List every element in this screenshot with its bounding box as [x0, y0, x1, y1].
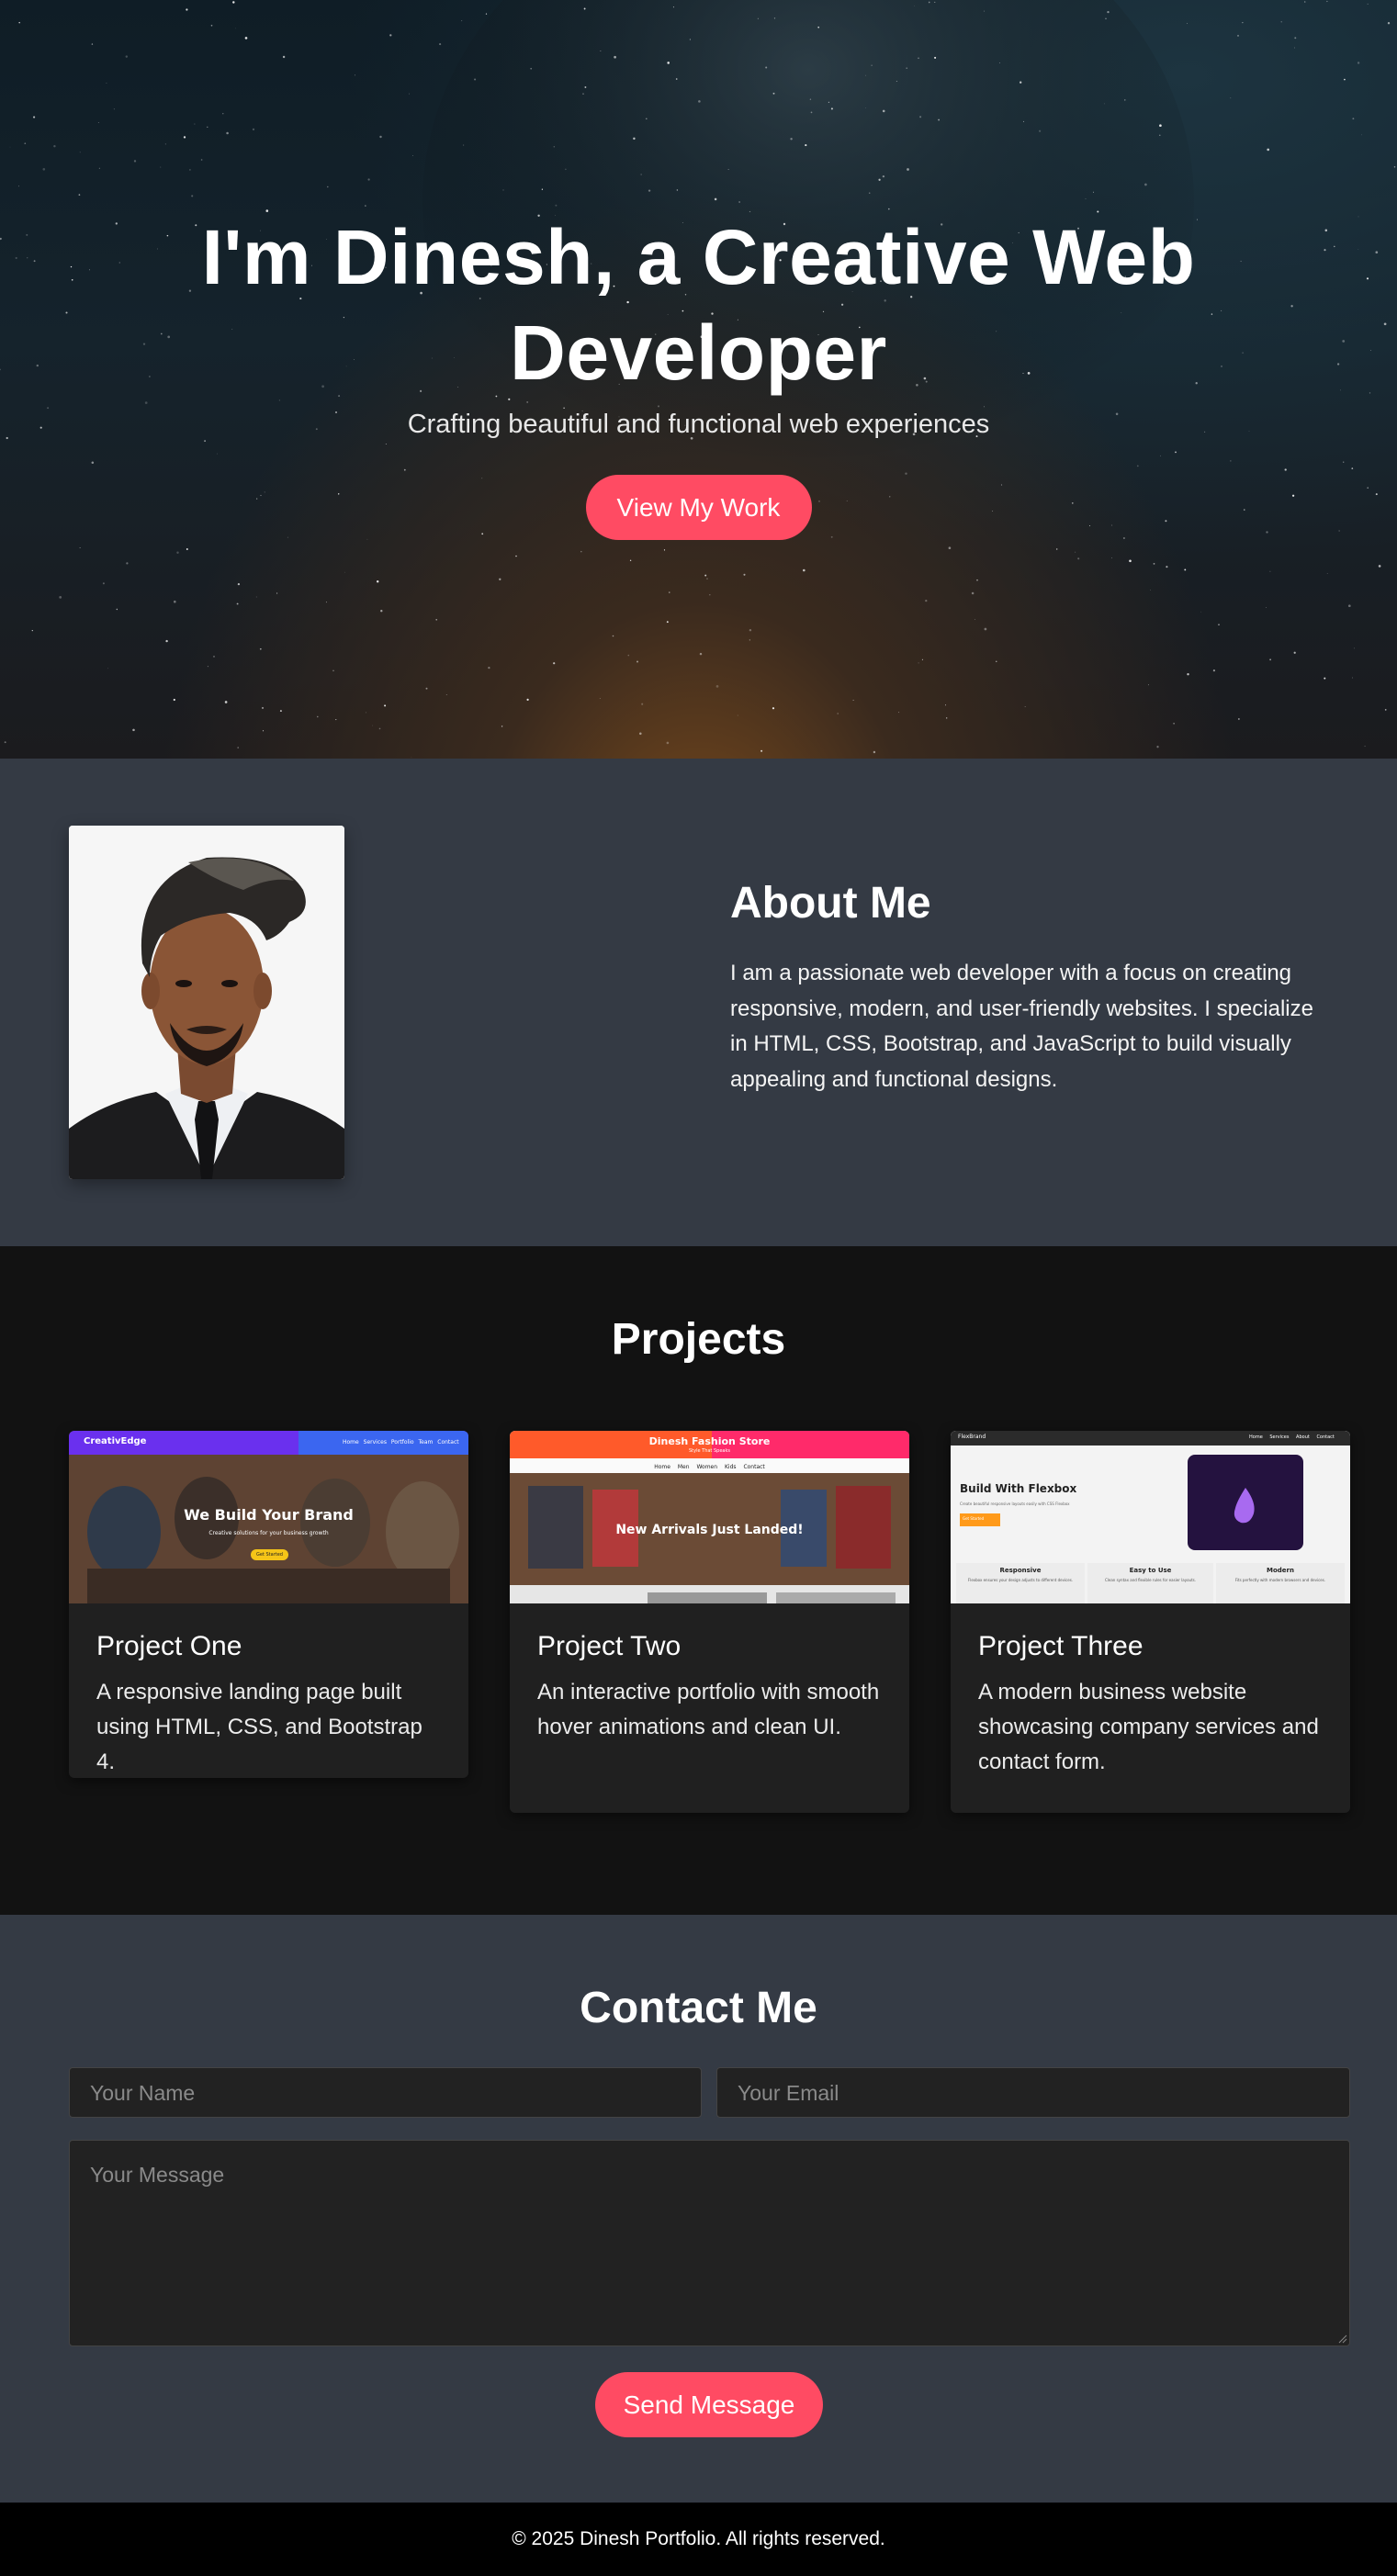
hero-subtitle: Crafting beautiful and functional web ex… — [407, 410, 990, 439]
project-description: A responsive landing page built using HT… — [96, 1680, 422, 1774]
thumb-brand: FlexBrand — [958, 1434, 986, 1440]
thumb-nav: Home Services About Contact — [1249, 1434, 1335, 1440]
thumb-feature-text: Fits perfectly with modern browsers and … — [1234, 1578, 1326, 1582]
thumb-feature-title: Responsive — [999, 1567, 1042, 1574]
contact-section: Contact Me Your Name Your Email Your Mes… — [0, 1915, 1397, 2503]
thumb-tagline: Creative solutions for your business gro… — [208, 1530, 329, 1536]
view-my-work-button[interactable]: View My Work — [585, 475, 812, 540]
thumb-headline: New Arrivals Just Landed! — [615, 1523, 804, 1537]
thumb-feature-title: Easy to Use — [1129, 1567, 1172, 1574]
hero-section: I'm Dinesh, a Creative Web Developer Cra… — [0, 0, 1397, 759]
thumb-button: Get Started — [963, 1516, 985, 1521]
thumb-feature-text: Flexbox ensures your design adjusts to d… — [967, 1578, 1074, 1582]
contact-heading: Contact Me — [580, 1984, 817, 2032]
resize-handle-icon[interactable] — [1336, 2333, 1347, 2344]
thumb-headline: We Build Your Brand — [184, 1506, 354, 1524]
hero-title: I'm Dinesh, a Creative Web Developer — [201, 214, 1196, 396]
message-placeholder: Your Message — [90, 2163, 225, 2187]
project-card[interactable]: CreativEdge Home Services Portfolio Team… — [69, 1431, 468, 1778]
about-text: I am a passionate web developer with a f… — [730, 961, 1313, 1092]
name-input[interactable]: Your Name — [69, 2067, 702, 2118]
thumb-tagline: Create beautiful responsive layouts easi… — [960, 1502, 1070, 1506]
project-description: A modern business website showcasing com… — [978, 1680, 1319, 1774]
thumb-brand: CreativEdge — [84, 1436, 147, 1446]
thumb-feature-text: Clean syntax and flexible rules for easi… — [1104, 1578, 1197, 1582]
message-textarea[interactable]: Your Message — [69, 2140, 1350, 2346]
project-title: Project Two — [537, 1631, 682, 1661]
thumb-nav: Home Services Portfolio Team Contact — [343, 1439, 459, 1445]
send-message-button[interactable]: Send Message — [595, 2372, 823, 2437]
project-description: An interactive portfolio with smooth hov… — [537, 1680, 880, 1739]
project-title: Project One — [96, 1631, 242, 1661]
thumb-headline: Build With Flexbox — [960, 1482, 1077, 1495]
footer: © 2025 Dinesh Portfolio. All rights rese… — [0, 2503, 1397, 2576]
project-card[interactable]: FlexBrand Home Services About Contact Bu… — [951, 1431, 1350, 1813]
about-section: About Me I am a passionate web developer… — [0, 759, 1397, 1246]
thumb-tagline: Style That Speaks — [689, 1448, 730, 1454]
project-one-thumbnail: CreativEdge Home Services Portfolio Team… — [69, 1431, 468, 1603]
project-two-thumbnail: Dinesh Fashion Store Style That Speaks H… — [510, 1431, 909, 1603]
projects-heading: Projects — [611, 1315, 786, 1364]
email-input[interactable]: Your Email — [716, 2067, 1350, 2118]
footer-copyright: © 2025 Dinesh Portfolio. All rights rese… — [512, 2528, 885, 2549]
thumb-nav: Home Men Women Kids Contact — [654, 1464, 765, 1470]
thumb-brand: Dinesh Fashion Store — [648, 1435, 771, 1447]
projects-section: Projects CreativEdge Home Services Portf… — [0, 1246, 1397, 1915]
thumb-feature-title: Modern — [1267, 1567, 1294, 1574]
project-three-thumbnail: FlexBrand Home Services About Contact Bu… — [951, 1431, 1350, 1603]
thumb-button: Get Started — [251, 1549, 288, 1560]
about-heading: About Me — [730, 879, 931, 928]
project-card[interactable]: Dinesh Fashion Store Style That Speaks H… — [510, 1431, 909, 1813]
profile-photo — [69, 826, 344, 1179]
project-title: Project Three — [978, 1631, 1144, 1661]
